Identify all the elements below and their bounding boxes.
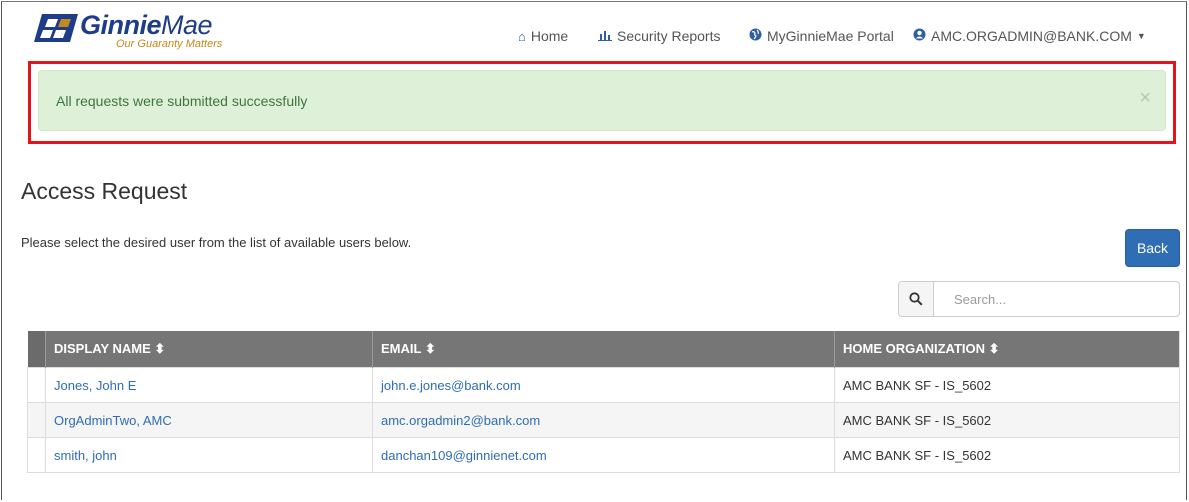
brand-name-light: Mae bbox=[161, 10, 213, 40]
table-row[interactable]: smith, john danchan109@ginnienet.com AMC… bbox=[27, 437, 1180, 473]
alert-close-icon[interactable]: × bbox=[1139, 87, 1151, 110]
page-title: Access Request bbox=[21, 178, 188, 204]
brand-name: GinnieMae bbox=[80, 10, 213, 41]
logo-mark-icon bbox=[34, 14, 78, 42]
brand-tagline: Our Guaranty Matters bbox=[116, 38, 223, 50]
user-icon bbox=[913, 28, 926, 44]
back-button[interactable]: Back bbox=[1125, 229, 1180, 267]
globe-icon bbox=[749, 28, 762, 44]
search-input[interactable] bbox=[934, 282, 1179, 316]
ginnie-mae-logo[interactable]: GinnieMae Our Guaranty Matters bbox=[34, 10, 254, 52]
cell-email[interactable]: john.e.jones@bank.com bbox=[372, 367, 835, 403]
top-navbar: GinnieMae Our Guaranty Matters ⌂ Home Se… bbox=[0, 0, 1189, 58]
nav-portal[interactable]: MyGinnieMae Portal bbox=[749, 28, 894, 44]
caret-down-icon: ▼ bbox=[1136, 31, 1146, 41]
search-icon[interactable] bbox=[899, 282, 934, 316]
header-email[interactable]: EMAIL ⬍ bbox=[372, 331, 835, 368]
nav-portal-label: MyGinnieMae Portal bbox=[767, 28, 894, 44]
table-row[interactable]: OrgAdminTwo, AMC amc.orgadmin2@bank.com … bbox=[27, 402, 1180, 438]
nav-home[interactable]: ⌂ Home bbox=[518, 28, 568, 44]
nav-security-reports-label: Security Reports bbox=[617, 28, 721, 44]
cell-display-name[interactable]: OrgAdminTwo, AMC bbox=[45, 402, 373, 438]
user-menu[interactable]: AMC.ORGADMIN@BANK.COM ▼ bbox=[913, 28, 1146, 44]
instructions-text: Please select the desired user from the … bbox=[21, 235, 412, 250]
user-menu-label: AMC.ORGADMIN@BANK.COM bbox=[931, 28, 1132, 44]
header-display-name[interactable]: DISPLAY NAME ⬍ bbox=[45, 331, 373, 368]
alert-message: All requests were submitted successfully bbox=[56, 93, 308, 109]
cell-home-organization: AMC BANK SF - IS_5602 bbox=[834, 367, 1180, 403]
users-table: DISPLAY NAME ⬍ EMAIL ⬍ HOME ORGANIZATION… bbox=[27, 331, 1180, 473]
row-gutter bbox=[27, 367, 46, 403]
table-header-row: DISPLAY NAME ⬍ EMAIL ⬍ HOME ORGANIZATION… bbox=[27, 331, 1180, 368]
cell-home-organization: AMC BANK SF - IS_5602 bbox=[834, 402, 1180, 438]
nav-home-label: Home bbox=[530, 28, 569, 44]
cell-email[interactable]: amc.orgadmin2@bank.com bbox=[372, 402, 835, 438]
row-gutter bbox=[27, 402, 46, 438]
bar-chart-icon bbox=[598, 28, 612, 44]
cell-display-name[interactable]: Jones, John E bbox=[45, 367, 373, 403]
header-home-organization[interactable]: HOME ORGANIZATION ⬍ bbox=[834, 331, 1180, 368]
header-gutter bbox=[27, 331, 46, 368]
home-icon: ⌂ bbox=[518, 28, 526, 44]
row-gutter bbox=[27, 437, 46, 473]
cell-display-name[interactable]: smith, john bbox=[45, 437, 373, 473]
cell-email[interactable]: danchan109@ginnienet.com bbox=[372, 437, 835, 473]
brand-name-bold: Ginnie bbox=[80, 10, 162, 40]
success-alert: All requests were submitted successfully… bbox=[38, 70, 1166, 131]
cell-home-organization: AMC BANK SF - IS_5602 bbox=[834, 437, 1180, 473]
search-box bbox=[898, 281, 1180, 317]
table-row[interactable]: Jones, John E john.e.jones@bank.com AMC … bbox=[27, 367, 1180, 403]
nav-security-reports[interactable]: Security Reports bbox=[598, 28, 720, 44]
